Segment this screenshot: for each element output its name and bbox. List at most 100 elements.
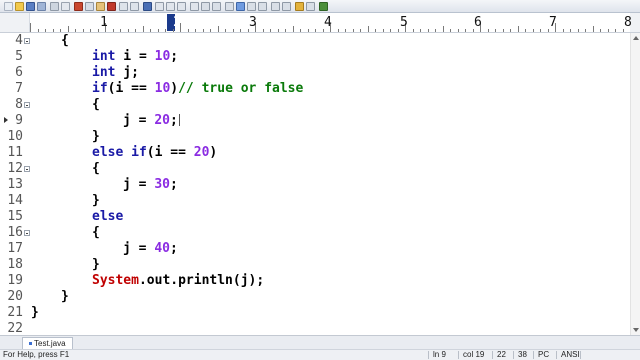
ruler-toggle-icon[interactable] bbox=[247, 2, 256, 11]
ruler-tick bbox=[503, 29, 504, 32]
tools-icon[interactable] bbox=[295, 2, 304, 11]
ruler-tick bbox=[338, 29, 339, 32]
find-next-icon[interactable] bbox=[166, 2, 175, 11]
code-line[interactable]: 13 j = 30; bbox=[0, 177, 640, 193]
fold-toggle-icon[interactable] bbox=[24, 102, 30, 108]
scroll-up-icon[interactable] bbox=[633, 36, 639, 40]
open-folder-icon[interactable] bbox=[15, 2, 24, 11]
code-line[interactable]: 15 else bbox=[0, 209, 640, 225]
code-text: ) bbox=[209, 145, 218, 160]
ruler-tick bbox=[390, 29, 391, 32]
tab-label: Test.java bbox=[34, 339, 66, 348]
line-number: 4 bbox=[15, 33, 23, 48]
code-line[interactable]: 18 } bbox=[0, 257, 640, 273]
code-line[interactable]: 12 { bbox=[0, 161, 640, 177]
code-line[interactable]: 21 } bbox=[0, 305, 640, 321]
hex-mode-icon[interactable] bbox=[282, 2, 291, 11]
spell-check-icon[interactable] bbox=[306, 2, 315, 11]
goto-icon[interactable] bbox=[190, 2, 199, 11]
ruler-left-margin bbox=[0, 13, 30, 32]
line-number: 19 bbox=[7, 273, 23, 288]
ruler-tick bbox=[398, 29, 399, 32]
ruler-tick bbox=[383, 29, 384, 32]
document-tab-bar: Test.java bbox=[0, 335, 640, 349]
ruler-tick bbox=[360, 29, 361, 32]
code-line[interactable]: 17 j = 40; bbox=[0, 241, 640, 257]
ruler-tick bbox=[270, 29, 271, 32]
new-file-icon[interactable] bbox=[4, 2, 13, 11]
line-number: 15 bbox=[7, 209, 23, 224]
replace-icon[interactable] bbox=[177, 2, 186, 11]
print-icon[interactable] bbox=[50, 2, 59, 11]
run-icon[interactable] bbox=[319, 2, 328, 11]
code-line[interactable]: 14 } bbox=[0, 193, 640, 209]
code-line[interactable]: 16 { bbox=[0, 225, 640, 241]
code-text: ; bbox=[170, 49, 179, 64]
ruler-number: 4 bbox=[324, 15, 332, 30]
delete-icon[interactable] bbox=[107, 2, 116, 11]
code-line[interactable]: 8 { bbox=[0, 97, 640, 113]
cut-icon[interactable] bbox=[74, 2, 83, 11]
bookmark-icon[interactable] bbox=[201, 2, 210, 11]
code-line-current[interactable]: 9 j = 20; bbox=[0, 113, 640, 129]
code-line[interactable]: 11 else if(i == 20) bbox=[0, 145, 640, 161]
number-literal: 40 bbox=[154, 241, 170, 256]
paste-icon[interactable] bbox=[96, 2, 105, 11]
word-wrap-icon[interactable] bbox=[236, 2, 245, 11]
ruler-tick bbox=[578, 29, 579, 32]
line-number: 14 bbox=[7, 193, 23, 208]
find-icon[interactable] bbox=[155, 2, 164, 11]
code-text: } bbox=[92, 129, 100, 144]
code-text: j = bbox=[123, 113, 155, 128]
code-text: { bbox=[61, 33, 69, 48]
print-preview-icon[interactable] bbox=[61, 2, 70, 11]
reload-icon[interactable] bbox=[143, 2, 152, 11]
code-line[interactable]: 7 if(i == 10)// true or false bbox=[0, 81, 640, 97]
fold-toggle-icon[interactable] bbox=[24, 166, 30, 172]
tab-test-java[interactable]: Test.java bbox=[22, 337, 73, 349]
ruler-tick bbox=[600, 29, 601, 32]
line-number: 13 bbox=[7, 177, 23, 192]
fold-toggle-icon[interactable] bbox=[24, 38, 30, 44]
code-line[interactable]: 4 { bbox=[0, 33, 640, 49]
status-bar: For Help, press F1 ln 9 col 19 22 38 PC … bbox=[0, 349, 640, 360]
save-all-icon[interactable] bbox=[37, 2, 46, 11]
code-line[interactable]: 6 int j; bbox=[0, 65, 640, 81]
scroll-down-icon[interactable] bbox=[633, 328, 639, 332]
line-number: 9 bbox=[15, 113, 23, 128]
code-line[interactable]: 10 } bbox=[0, 129, 640, 145]
ruler-tick bbox=[443, 26, 444, 32]
number-literal: 20 bbox=[193, 145, 210, 160]
code-text: } bbox=[92, 193, 100, 208]
code-text: ; bbox=[169, 113, 178, 128]
code-text: j = bbox=[123, 177, 155, 192]
ruler-tick bbox=[315, 29, 316, 32]
copy-icon[interactable] bbox=[85, 2, 94, 11]
redo-icon[interactable] bbox=[130, 2, 139, 11]
vertical-scrollbar[interactable] bbox=[630, 33, 640, 335]
code-line[interactable]: 20 } bbox=[0, 289, 640, 305]
code-editor[interactable]: 4 { 5 int i = 10; 6 int j; 7 if(i == 10)… bbox=[0, 33, 640, 336]
code-line[interactable]: 5 int i = 10; bbox=[0, 49, 640, 65]
ruler-tick bbox=[495, 29, 496, 32]
line-number: 10 bbox=[7, 129, 23, 144]
status-divider bbox=[533, 351, 534, 359]
next-bookmark-icon[interactable] bbox=[212, 2, 221, 11]
number-literal: 20 bbox=[154, 113, 170, 128]
undo-icon[interactable] bbox=[119, 2, 128, 11]
ruler-tick bbox=[60, 29, 61, 32]
code-text: { bbox=[92, 97, 100, 112]
ruler-tick bbox=[218, 26, 219, 32]
code-line[interactable]: 19 System.out.println(j); bbox=[0, 273, 640, 289]
indent-icon[interactable] bbox=[225, 2, 234, 11]
line-numbers-icon[interactable] bbox=[258, 2, 267, 11]
ruler-tick bbox=[300, 29, 301, 32]
fold-toggle-icon[interactable] bbox=[24, 230, 30, 236]
column-mode-icon[interactable] bbox=[271, 2, 280, 11]
keyword: if bbox=[92, 81, 108, 96]
ruler-number: 8 bbox=[624, 15, 632, 30]
line-number: 12 bbox=[7, 161, 23, 176]
ruler-tick bbox=[413, 29, 414, 32]
save-icon[interactable] bbox=[26, 2, 35, 11]
line-number: 11 bbox=[7, 145, 23, 160]
